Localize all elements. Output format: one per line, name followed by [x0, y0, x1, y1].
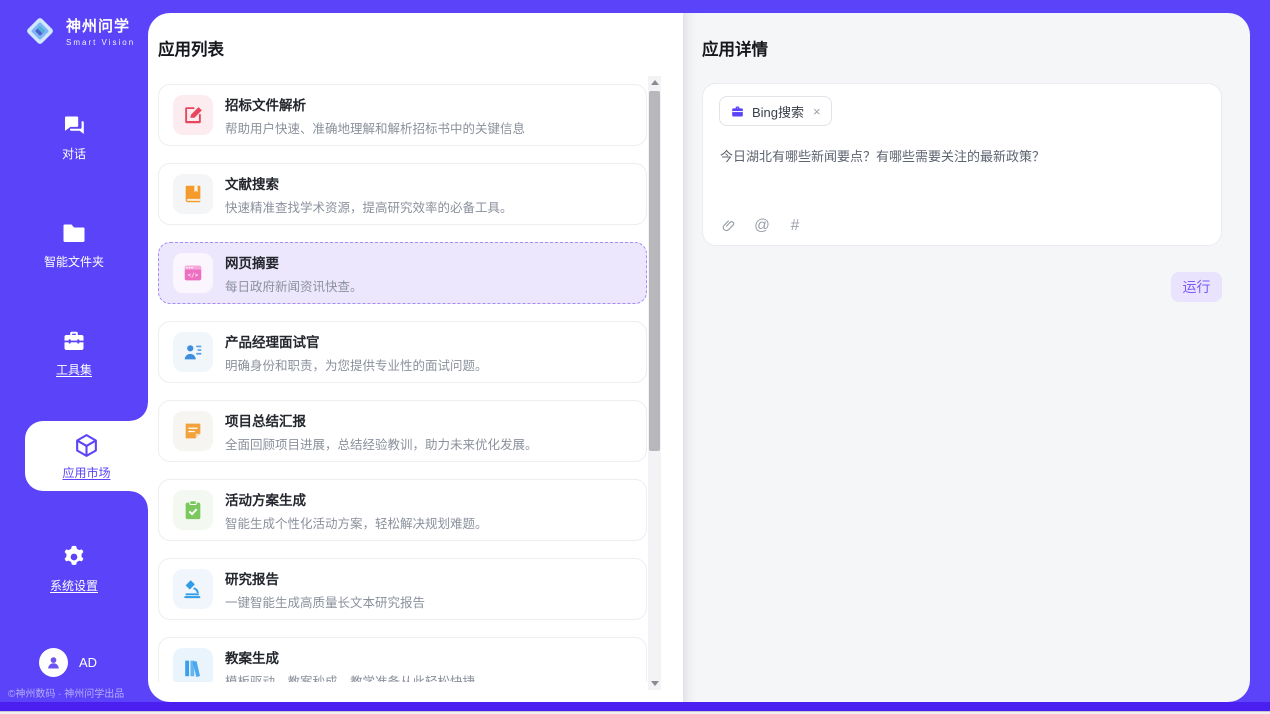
scroll-up-arrow-icon[interactable] [648, 76, 661, 89]
scroll-down-arrow-icon[interactable] [648, 677, 661, 690]
toolbox-icon [61, 328, 87, 354]
browser-icon: </> [173, 253, 213, 293]
sidebar-item-label: 工具集 [56, 361, 92, 378]
book-icon [173, 174, 213, 214]
app-card-web-summary[interactable]: </> 网页摘要 每日政府新闻资讯快查。 [158, 242, 647, 304]
clipboard-check-icon [173, 490, 213, 530]
run-button[interactable]: 运行 [1171, 272, 1222, 302]
gear-icon [61, 544, 87, 570]
user-initials: AD [79, 655, 97, 670]
app-card-list: 招标文件解析 帮助用户快速、准确地理解和解析招标书中的关键信息 文献搜索 快速精… [158, 84, 647, 682]
sidebar-item-smart-folder[interactable]: 智能文件夹 [0, 220, 148, 270]
paperclip-icon[interactable] [720, 217, 738, 235]
sidebar-item-app-market[interactable]: 应用市场 [25, 421, 148, 491]
bottom-bar [0, 702, 1270, 711]
books-icon [173, 648, 213, 682]
sidebar-item-label: 对话 [62, 145, 86, 162]
logo-diamond-icon [22, 13, 58, 49]
briefcase-icon [730, 104, 745, 119]
sidebar-item-chat[interactable]: 对话 [0, 112, 148, 162]
avatar [39, 648, 68, 677]
sidebar-item-label: 应用市场 [62, 464, 110, 481]
sidebar: 神州问学 Smart Vision 对话 智能文件夹 工具集 应用市场 系统设置 [0, 0, 148, 714]
note-icon [173, 411, 213, 451]
app-list-title: 应用列表 [158, 36, 224, 60]
sidebar-item-toolbox[interactable]: 工具集 [0, 328, 148, 378]
cube-icon [73, 432, 100, 459]
app-card-pm-interviewer[interactable]: 产品经理面试官 明确身份和职责，为您提供专业性的面试问题。 [158, 321, 647, 383]
app-card-project-summary[interactable]: 项目总结汇报 全面回顾项目进展，总结经验教训，助力未来优化发展。 [158, 400, 647, 462]
mention-icon[interactable]: @ [753, 217, 771, 235]
copyright-text: ©神州数码 · 神州问学出品 [8, 685, 124, 700]
svg-text:</>: </> [188, 272, 199, 279]
scrollbar[interactable] [648, 76, 661, 690]
microscope-icon [173, 569, 213, 609]
app-card-research-report[interactable]: 研究报告 一键智能生成高质量长文本研究报告 [158, 558, 647, 620]
logo-subtitle: Smart Vision [66, 38, 135, 47]
hashtag-icon[interactable]: # [786, 217, 804, 235]
app-detail-title: 应用详情 [702, 36, 768, 60]
logo-title: 神州问学 [66, 15, 135, 36]
prompt-input[interactable]: 今日湖北有哪些新闻要点？有哪些需要关注的最新政策？ [720, 146, 1200, 165]
prompt-card: Bing搜索 × 今日湖北有哪些新闻要点？有哪些需要关注的最新政策？ @ # [702, 83, 1222, 246]
close-icon[interactable]: × [813, 105, 821, 118]
app-card-lesson-plan[interactable]: 教案生成 模板驱动，教案秒成，教学准备从此轻松快捷 [158, 637, 647, 682]
interviewer-icon [173, 332, 213, 372]
tool-chip-label: Bing搜索 [752, 102, 804, 121]
app-card-event-plan[interactable]: 活动方案生成 智能生成个性化活动方案，轻松解决规划难题。 [158, 479, 647, 541]
app-card-literature-search[interactable]: 文献搜索 快速精准查找学术资源，提高研究效率的必备工具。 [158, 163, 647, 225]
folder-icon [61, 220, 87, 246]
sidebar-item-label: 智能文件夹 [44, 253, 104, 270]
app-detail-panel: 应用详情 Bing搜索 × 今日湖北有哪些新闻要点？有哪些需要关注的最新政策？ … [683, 13, 1250, 702]
app-card-tender-analysis[interactable]: 招标文件解析 帮助用户快速、准确地理解和解析招标书中的关键信息 [158, 84, 647, 146]
sidebar-item-label: 系统设置 [50, 577, 98, 594]
tool-chip-bing-search[interactable]: Bing搜索 × [719, 96, 832, 126]
pen-icon [173, 95, 213, 135]
chat-icon [61, 112, 87, 138]
sidebar-item-settings[interactable]: 系统设置 [0, 544, 148, 594]
app-list-panel: 应用列表 招标文件解析 帮助用户快速、准确地理解和解析招标书中的关键信息 文献搜… [148, 13, 683, 702]
user-account[interactable]: AD [39, 648, 97, 677]
app-logo: 神州问学 Smart Vision [22, 13, 135, 49]
prompt-toolbar: @ # [720, 217, 804, 235]
main-content: 应用列表 招标文件解析 帮助用户快速、准确地理解和解析招标书中的关键信息 文献搜… [148, 13, 1250, 702]
scrollbar-thumb[interactable] [649, 91, 660, 451]
